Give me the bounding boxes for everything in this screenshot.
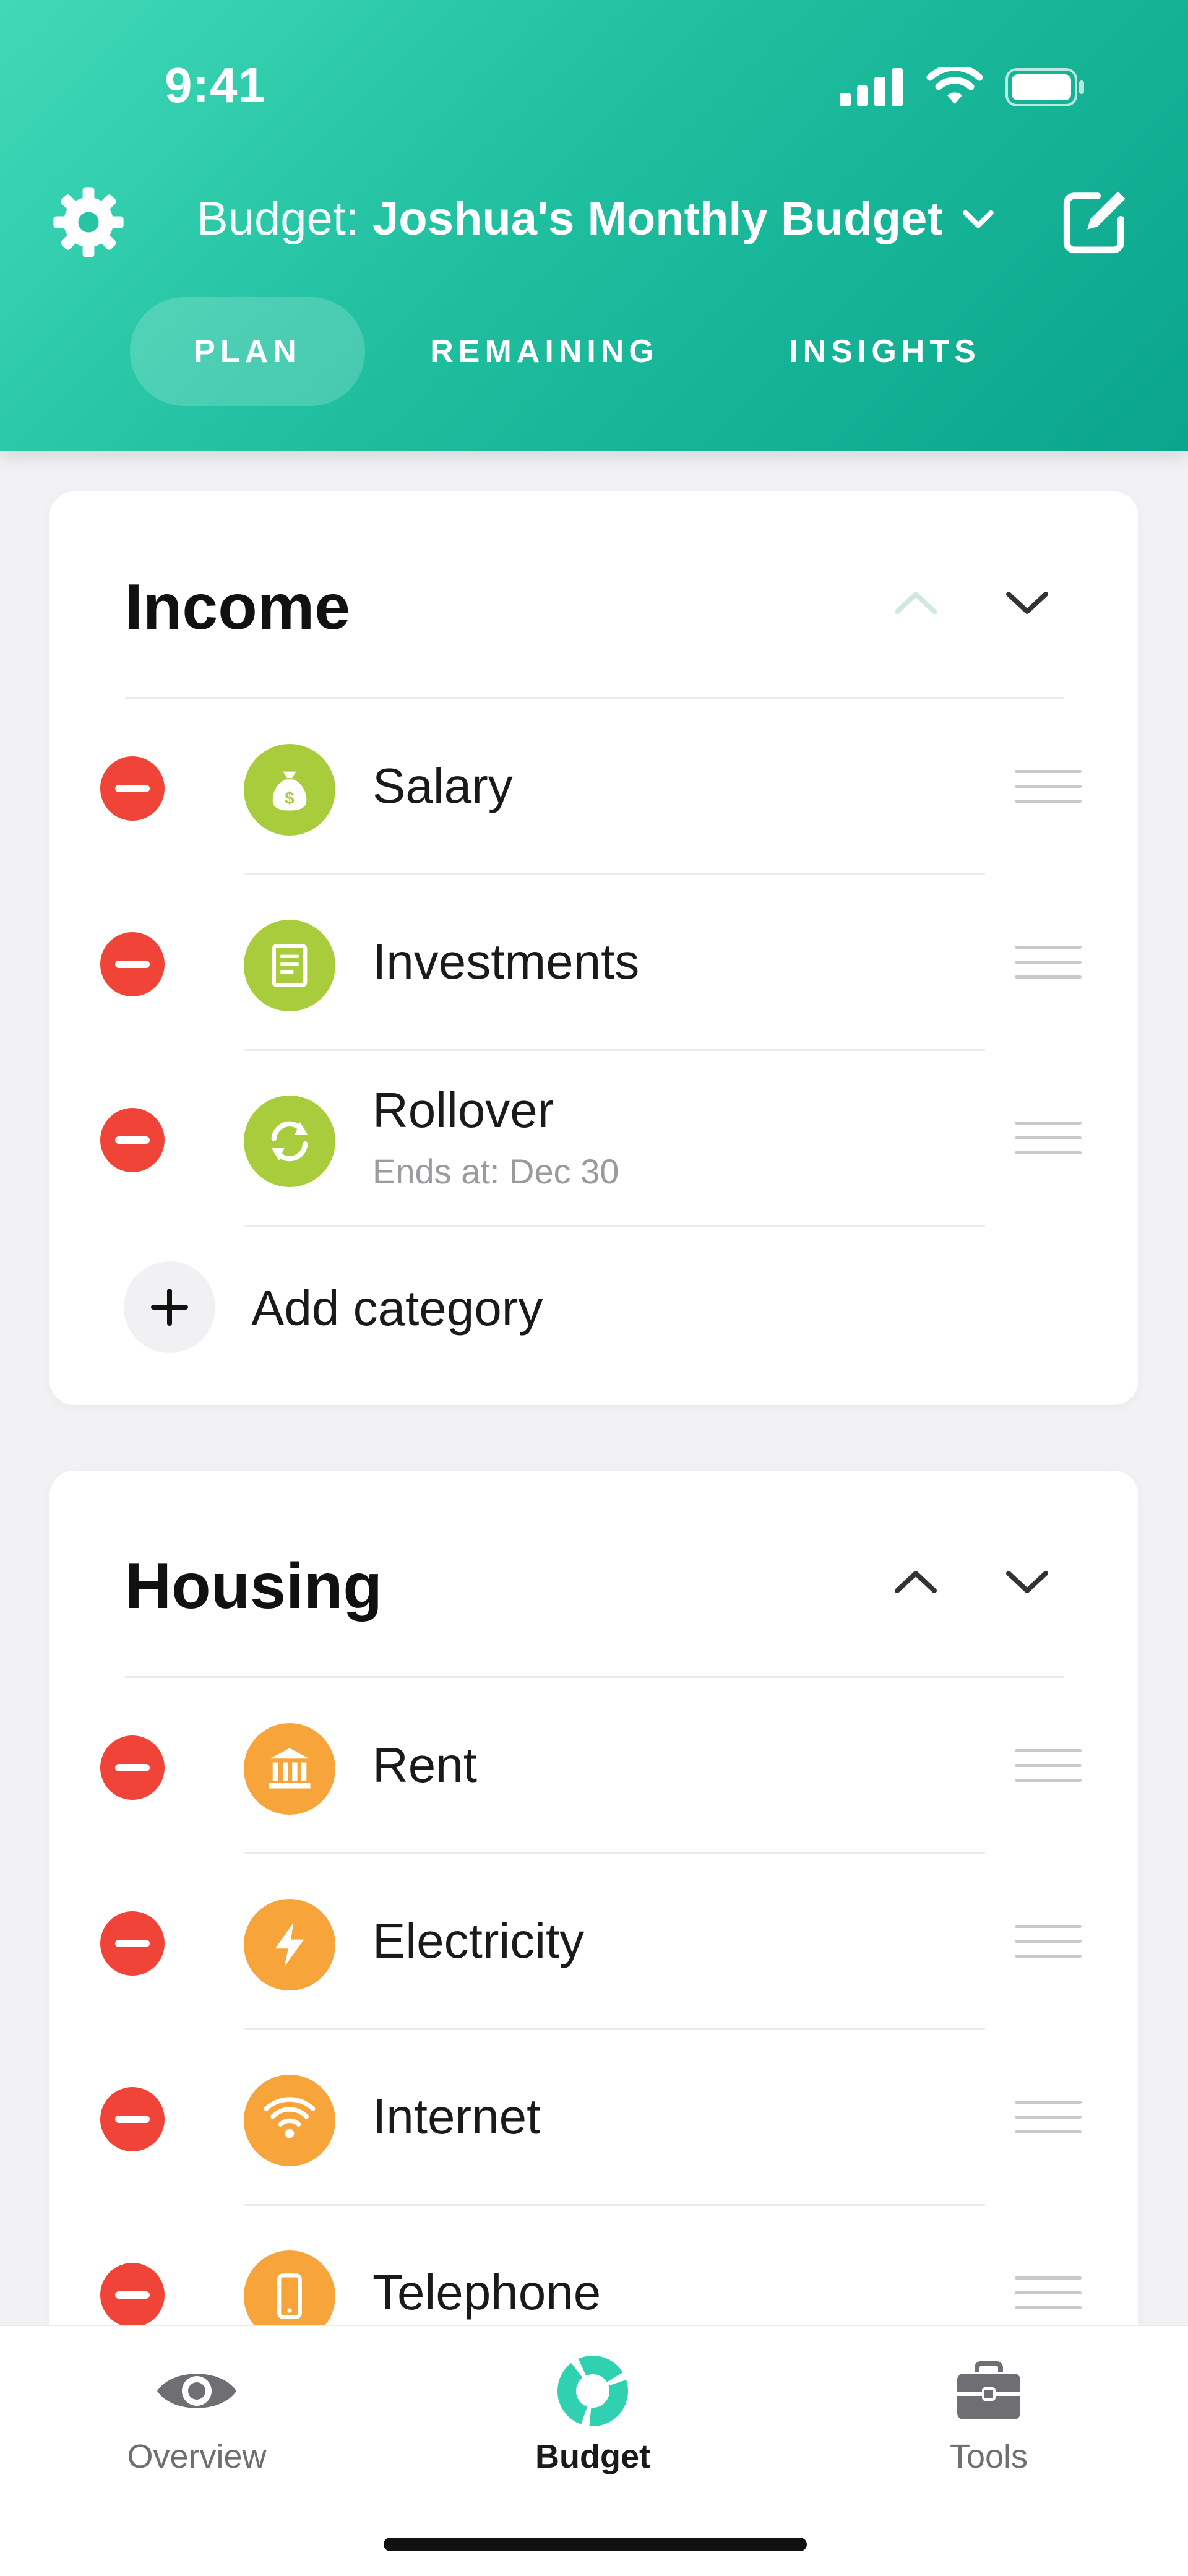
- category-subtitle: Ends at: Dec 30: [372, 1152, 619, 1191]
- refresh-icon: [271, 1121, 308, 1162]
- tab-budget[interactable]: Budget: [469, 2351, 717, 2476]
- category-label: Rollover: [372, 1083, 554, 1138]
- chevron-down-icon: [962, 210, 994, 228]
- category-label: Internet: [372, 2089, 541, 2144]
- tab-remaining[interactable]: REMAINING: [365, 297, 724, 406]
- list-item: Electricity: [50, 1854, 1138, 2030]
- category-label: Investments: [372, 934, 640, 989]
- svg-text:$: $: [285, 789, 294, 808]
- chevron-up-icon[interactable]: [879, 566, 953, 640]
- divider: [125, 1676, 1064, 1678]
- divider: [125, 697, 1064, 699]
- income-title: Income: [125, 571, 351, 643]
- wifi-status-icon: [926, 67, 983, 104]
- drag-handle[interactable]: [1015, 2101, 1082, 2135]
- list-item: $ Salary: [50, 699, 1138, 875]
- category-icon: $: [244, 744, 335, 836]
- phone-icon: [277, 2273, 302, 2319]
- category-label: Telephone: [372, 2265, 601, 2320]
- tab-insights[interactable]: INSIGHTS: [724, 297, 1046, 406]
- tab-label: Budget: [535, 2438, 650, 2475]
- drag-handle[interactable]: [1015, 2276, 1082, 2311]
- remove-button[interactable]: [100, 2087, 165, 2151]
- signal-icon: [840, 68, 903, 106]
- remove-button[interactable]: [100, 2263, 165, 2327]
- category-icon: [244, 1899, 335, 1990]
- housing-card: Housing Rent Electricity Internet Teleph…: [50, 1471, 1138, 2399]
- remove-button[interactable]: [100, 932, 165, 996]
- chevron-down-icon[interactable]: [990, 566, 1064, 640]
- category-icon: [244, 2075, 335, 2166]
- budget-name: Joshua's Monthly Budget: [372, 192, 943, 245]
- settings-gear-icon[interactable]: [52, 186, 125, 259]
- add-category-button[interactable]: Add category: [50, 1228, 1138, 1353]
- category-icon: [244, 920, 335, 1011]
- segment-tabs: PLAN REMAINING INSIGHTS: [130, 297, 1046, 406]
- add-icon: [124, 1261, 215, 1353]
- chevron-down-icon[interactable]: [990, 1545, 1064, 1619]
- tab-label: Overview: [127, 2438, 267, 2475]
- tab-tools[interactable]: Tools: [865, 2351, 1113, 2476]
- remove-button[interactable]: [100, 1735, 165, 1800]
- list-item: Rent: [50, 1679, 1138, 1854]
- battery-icon: [1005, 68, 1084, 106]
- income-card: Income $ Salary Investments Rollover End…: [50, 491, 1138, 1405]
- list-item: Rollover Ends at: Dec 30: [50, 1051, 1138, 1227]
- status-icons: [840, 67, 1086, 108]
- category-label: Rent: [372, 1737, 477, 1792]
- category-label: Salary: [372, 758, 513, 813]
- budget-prefix: Budget:: [197, 192, 359, 245]
- tab-plan[interactable]: PLAN: [130, 297, 365, 406]
- status-time: 9:41: [165, 58, 267, 113]
- wifi-icon: [264, 2097, 316, 2138]
- chevron-up-icon[interactable]: [879, 1545, 953, 1619]
- category-icon: [244, 1096, 335, 1187]
- housing-title: Housing: [125, 1550, 382, 1622]
- budget-donut-icon: [557, 2356, 628, 2426]
- home-indicator[interactable]: [384, 2538, 807, 2551]
- document-icon: [272, 944, 308, 987]
- category-icon: [244, 1723, 335, 1815]
- bank-icon: [269, 1748, 311, 1789]
- remove-button[interactable]: [100, 1108, 165, 1172]
- drag-handle[interactable]: [1015, 946, 1082, 980]
- add-category-label: Add category: [251, 1281, 543, 1336]
- tab-overview[interactable]: Overview: [73, 2351, 321, 2476]
- eye-icon: [157, 2374, 236, 2408]
- remove-button[interactable]: [100, 756, 165, 821]
- drag-handle[interactable]: [1015, 1749, 1082, 1784]
- income-reorder: [879, 566, 1064, 640]
- budget-selector[interactable]: Budget: Joshua's Monthly Budget: [197, 192, 997, 246]
- category-label: Electricity: [372, 1913, 585, 1968]
- list-item: Investments: [50, 875, 1138, 1051]
- money-bag-icon: $: [272, 771, 307, 811]
- drag-handle[interactable]: [1015, 770, 1082, 805]
- tab-label: Tools: [949, 2438, 1028, 2475]
- housing-reorder: [879, 1545, 1064, 1619]
- remove-button[interactable]: [100, 1911, 165, 1976]
- edit-icon[interactable]: [1058, 186, 1131, 259]
- lightning-icon: [275, 1922, 304, 1967]
- drag-handle[interactable]: [1015, 1925, 1082, 1960]
- app-header: 9:41 Budget: Joshua's Monthly Budget PLA…: [0, 0, 1188, 451]
- list-item: Internet: [50, 2030, 1138, 2206]
- toolbox-icon: [957, 2361, 1020, 2419]
- drag-handle[interactable]: [1015, 1122, 1082, 1156]
- divider: [244, 1225, 985, 1227]
